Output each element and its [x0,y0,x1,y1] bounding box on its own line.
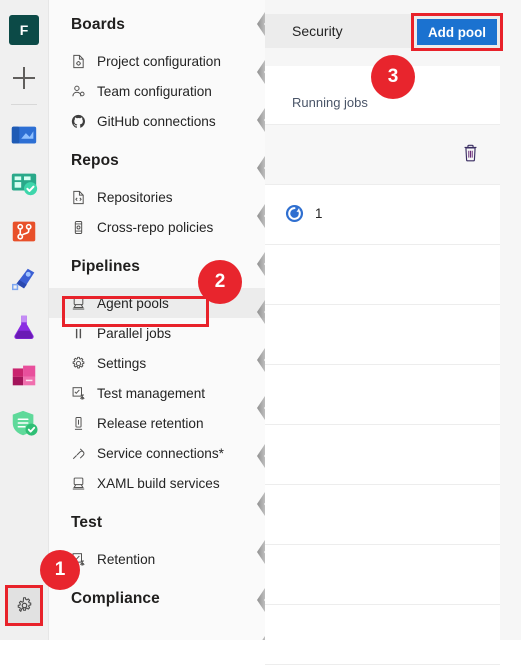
rail-divider [11,104,37,105]
table-row[interactable] [265,125,500,185]
table-row[interactable] [265,245,500,305]
boards-icon[interactable] [0,159,48,207]
sidebar-item-repositories[interactable]: Repositories [49,182,265,212]
running-job-status-icon [285,204,304,223]
sidebar-item-parallel-jobs[interactable]: Parallel jobs [49,318,265,348]
test-management-icon [72,386,85,400]
tab-security[interactable]: Security [292,14,343,48]
overview-glyph [11,126,37,144]
artifacts-glyph [12,365,36,386]
table-row[interactable] [265,545,500,605]
overview-icon[interactable] [0,111,48,159]
sidebar-item-label: Release retention [97,415,204,431]
release-retention-icon [74,416,83,430]
sidebar-item-label: Repositories [97,189,173,205]
test-plans-icon[interactable] [0,303,48,351]
sidebar-item-label: Agent pools [97,295,169,311]
running-jobs-cell[interactable]: 1 [285,204,322,223]
sidebar-item-project-configuration[interactable]: Project configuration [49,46,265,76]
table-row[interactable] [265,305,500,365]
parallel-jobs-icon [75,328,82,338]
sidebar-item-xaml-build-services[interactable]: XAML build services [49,468,265,498]
xaml-build-icon [72,477,85,490]
global-icon-rail: F [0,0,49,640]
sidebar-item-label: Retention [97,551,156,567]
organization-initial: F [9,15,39,45]
gear-icon [72,356,85,368]
annotation-badge-3: 3 [371,55,415,99]
table-row[interactable] [265,365,500,425]
sidebar-item-label: Parallel jobs [97,325,172,341]
sidebar-item-cross-repo-policies[interactable]: Cross-repo policies [49,212,265,242]
security-shield-glyph [12,410,38,436]
table-row[interactable]: 1 [265,185,500,245]
sidebar-item-label: Project configuration [97,53,221,69]
code-page-icon [73,190,84,204]
app-root: F Boards Project configuration Team conf… [0,0,521,665]
security-icon[interactable] [0,399,48,447]
table-empty-rows [265,245,500,665]
running-jobs-count: 1 [315,206,323,221]
column-header-running-jobs: Running jobs [292,95,368,110]
table-row[interactable] [265,425,500,485]
github-icon [71,114,85,128]
nav-section-heading: Boards [71,16,126,33]
sidebar-item-test-management[interactable]: Test management [49,378,265,408]
delete-pool-button[interactable] [462,143,479,167]
page-settings-icon [73,54,84,68]
sidebar-item-service-connections[interactable]: Service connections* [49,438,265,468]
policy-icon [74,220,83,234]
sidebar-item-label: Test management [97,385,206,401]
agent-pool-icon [72,297,85,310]
test-plans-glyph [14,315,34,340]
organization-logo[interactable]: F [0,6,48,54]
pipelines-icon[interactable] [0,255,48,303]
pipelines-glyph [12,268,35,291]
nav-scroll-area[interactable]: Boards Project configuration Team configur… [49,0,265,614]
nav-section-heading: Compliance [71,590,160,607]
team-icon [72,85,85,96]
add-pool-button[interactable]: Add pool [417,19,497,45]
sidebar-item-label: GitHub connections [97,113,216,129]
sidebar-item-label: Cross-repo policies [97,219,214,235]
sidebar-item-settings[interactable]: Settings [49,348,265,378]
table-row[interactable] [265,605,500,665]
sidebar-item-team-configuration[interactable]: Team configuration [49,76,265,106]
agent-pools-table: Running jobs 1 [265,66,500,665]
nav-section-heading: Test [71,514,103,531]
annotation-badge-1: 1 [40,550,80,590]
sidebar-item-label: Settings [97,355,147,371]
project-settings-gear[interactable] [5,585,43,626]
annotation-badge-2: 2 [198,260,242,304]
sidebar-item-github-connections[interactable]: GitHub connections [49,106,265,136]
sidebar-item-label: Service connections* [97,445,224,461]
table-row[interactable] [265,485,500,545]
plus-glyph [13,67,35,89]
boards-glyph [11,173,38,196]
sidebar-item-retention[interactable]: Retention [49,544,265,574]
repos-glyph [12,221,36,242]
sidebar-item-release-retention[interactable]: Release retention [49,408,265,438]
nav-section-heading: Repos [71,152,119,169]
sidebar-item-label: XAML build services [97,475,220,491]
repos-icon[interactable] [0,207,48,255]
new-project-icon[interactable] [0,54,48,102]
service-connection-icon [72,448,85,459]
sidebar-item-label: Team configuration [97,83,212,99]
project-settings-nav: Boards Project configuration Team configur… [49,0,265,640]
trash-icon [464,144,477,162]
gear-icon [17,597,31,612]
artifacts-icon[interactable] [0,351,48,399]
